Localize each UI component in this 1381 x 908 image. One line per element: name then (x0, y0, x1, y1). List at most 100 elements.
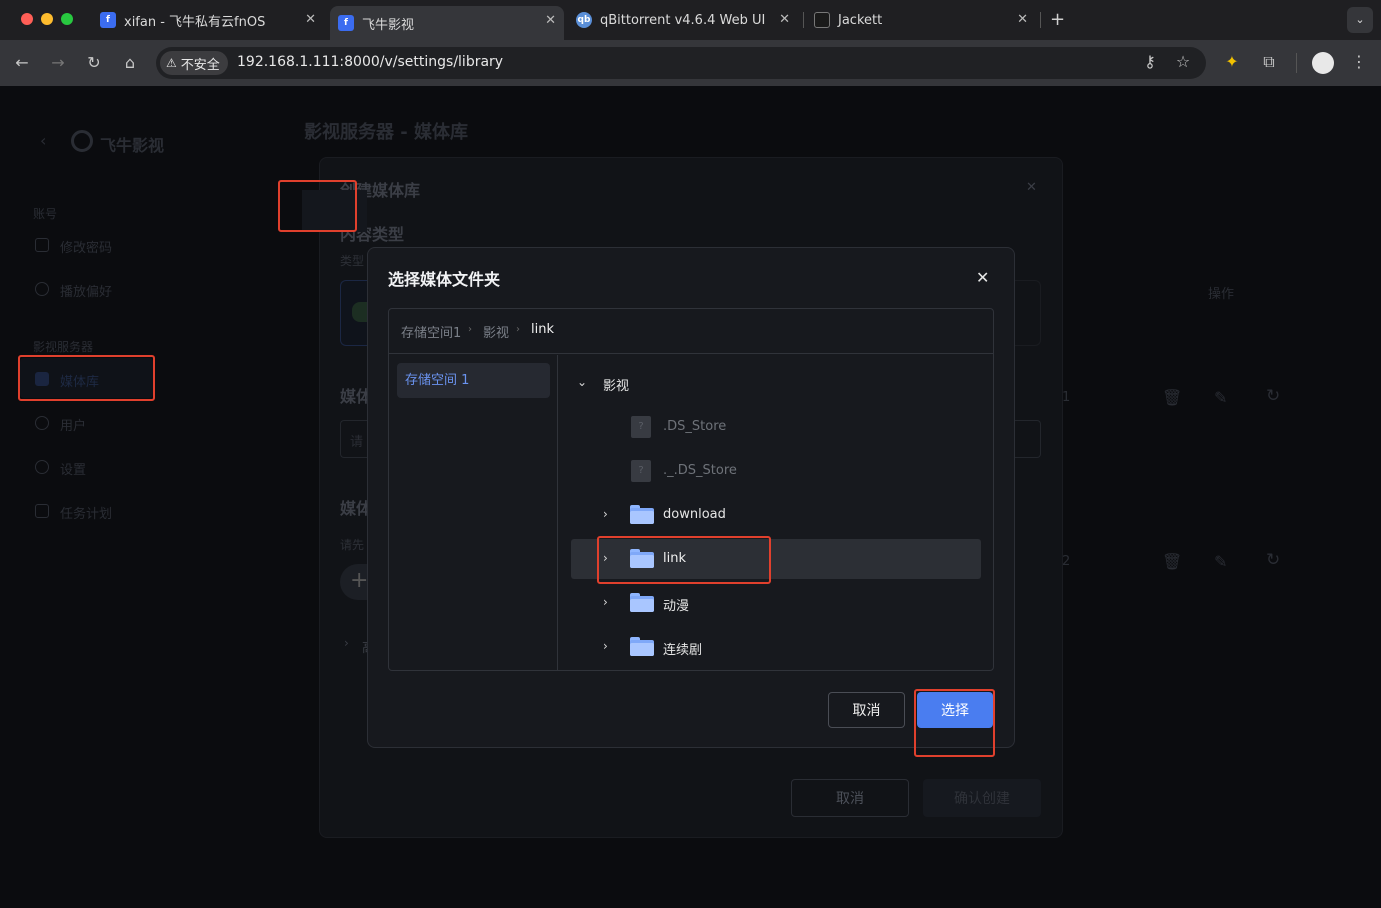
url-text[interactable]: 192.168.1.111:8000/v/settings/library (237, 54, 503, 70)
sidebar-heading-server: 影视服务器 (33, 340, 94, 354)
qbittorrent-icon: qb (576, 12, 592, 28)
bg-row-number: 2 (1062, 554, 1071, 569)
fnos-icon: f (100, 12, 116, 28)
type-card-icon (352, 302, 368, 322)
volume-list (389, 355, 558, 670)
close-window-button[interactable] (21, 13, 33, 25)
play-circle-icon (35, 282, 49, 296)
sidebar-item-playback[interactable]: 播放偏好 (60, 281, 112, 300)
tab-separator (803, 12, 804, 28)
security-chip[interactable]: ⚠ 不安全 (160, 51, 228, 75)
media-input-right (1015, 420, 1041, 458)
browser-tab-strip: f xifan - 飞牛私有云fnOS ✕ f 飞牛影视 ✕ qb qBitto… (0, 0, 1381, 40)
chevron-right-icon[interactable]: › (603, 507, 608, 521)
create-dialog-close-icon[interactable]: ✕ (1026, 180, 1037, 195)
annotation-box (597, 536, 771, 584)
close-icon[interactable]: ✕ (976, 268, 989, 287)
app-logo-text: 飞牛影视 (100, 136, 165, 155)
fnos-icon: f (338, 15, 354, 31)
minimize-window-button[interactable] (41, 13, 53, 25)
page-title: 影视服务器 - 媒体库 (304, 122, 469, 143)
chevron-right-icon[interactable]: › (603, 595, 608, 609)
bg-row-number: 1 (1062, 390, 1071, 405)
tree-folder[interactable]: 连续剧 (663, 639, 702, 658)
edit-icon[interactable]: ✎ (1214, 388, 1227, 407)
tree-folder[interactable]: 动漫 (663, 595, 689, 614)
home-icon[interactable]: ⌂ (120, 53, 140, 73)
tab-search-button[interactable]: ⌄ (1347, 7, 1373, 33)
trash-icon[interactable]: 🗑 (1162, 388, 1182, 407)
forward-icon[interactable]: → (48, 53, 68, 73)
tab-title: qBittorrent v4.6.4 Web UI (600, 12, 766, 28)
type-hint: 类型 (340, 254, 365, 268)
media-name-placeholder: 请 (350, 435, 364, 450)
volume-item[interactable]: 存储空间 1 (397, 363, 550, 398)
user-icon (35, 416, 49, 430)
tree-folder[interactable]: download (663, 507, 726, 522)
bookmark-star-icon[interactable]: ☆ (1173, 52, 1193, 72)
password-key-icon[interactable]: ⚷ (1140, 52, 1160, 72)
breadcrumb-current: link (531, 322, 554, 337)
refresh-icon[interactable]: ↻ (1266, 550, 1280, 570)
breadcrumb-folder[interactable]: 影视 (483, 322, 509, 341)
profile-avatar[interactable] (1312, 52, 1334, 74)
sidebar-item-users[interactable]: 用户 (60, 415, 86, 434)
refresh-icon[interactable]: ↻ (1266, 386, 1280, 406)
chevron-down-icon[interactable]: ⌄ (577, 375, 587, 389)
sidebar-item-change-password[interactable]: 修改密码 (60, 237, 112, 256)
breadcrumb-separator-icon: › (468, 324, 472, 335)
tree-file: .DS_Store (663, 419, 727, 434)
file-unknown-icon: ? (631, 460, 651, 482)
browser-tab-jackett[interactable]: Jackett ✕ (808, 6, 1036, 34)
tab-title: xifan - 飞牛私有云fnOS (124, 14, 266, 30)
security-label: 不安全 (180, 57, 220, 73)
breadcrumb-volume[interactable]: 存储空间1 (401, 322, 461, 341)
trash-icon[interactable]: 🗑 (1162, 552, 1182, 571)
folder-hint: 请先 (340, 538, 365, 552)
picker-cancel-button[interactable]: 取消 (828, 692, 905, 728)
zoom-window-button[interactable] (61, 13, 73, 25)
tree-root-label[interactable]: 影视 (603, 375, 629, 394)
sidebar-item-settings[interactable]: 设置 (60, 459, 86, 478)
logo-icon (71, 130, 93, 152)
type-card-right (1015, 280, 1041, 346)
annotation-box (278, 180, 357, 232)
jackett-icon (814, 12, 830, 28)
extension-icon[interactable]: ✦ (1222, 52, 1242, 72)
reload-icon[interactable]: ↻ (84, 53, 104, 73)
advanced-chevron-icon[interactable]: › (344, 636, 349, 650)
breadcrumb-separator-icon: › (516, 324, 520, 335)
edit-icon[interactable]: ✎ (1214, 552, 1227, 571)
close-tab-icon[interactable]: ✕ (545, 13, 556, 28)
sidebar-heading-account: 账号 (33, 207, 58, 221)
create-confirm-button[interactable]: 确认创建 (923, 779, 1041, 817)
close-tab-icon[interactable]: ✕ (1017, 12, 1028, 27)
browser-tab-feiniu-video[interactable]: f 飞牛影视 ✕ (330, 6, 564, 40)
chevron-right-icon[interactable]: › (603, 639, 608, 653)
back-chevron-icon[interactable]: ‹ (40, 131, 46, 150)
folder-icon (630, 593, 654, 612)
close-tab-icon[interactable]: ✕ (305, 12, 316, 27)
breadcrumb (389, 309, 993, 354)
file-unknown-icon: ? (631, 416, 651, 438)
sidebar-item-tasks[interactable]: 任务计划 (60, 503, 112, 522)
create-cancel-button[interactable]: 取消 (791, 779, 909, 817)
folder-icon (630, 637, 654, 656)
back-icon[interactable]: ← (12, 53, 32, 73)
annotation-box (914, 689, 995, 757)
extensions-puzzle-icon[interactable]: ⧉ (1259, 52, 1279, 72)
folder-icon (630, 505, 654, 524)
tab-title: Jackett (838, 12, 883, 28)
browser-tab-fnos[interactable]: f xifan - 飞牛私有云fnOS ✕ (92, 6, 324, 34)
tab-title: 飞牛影视 (362, 17, 415, 33)
browser-tab-qbittorrent[interactable]: qb qBittorrent v4.6.4 Web UI ✕ (568, 6, 798, 34)
tree-file: ._.DS_Store (663, 463, 737, 478)
new-tab-icon[interactable]: + (1050, 9, 1065, 30)
add-folder-button[interactable]: + (340, 564, 368, 600)
close-tab-icon[interactable]: ✕ (779, 12, 790, 27)
menu-kebab-icon[interactable]: ⋮ (1349, 52, 1369, 72)
folder-picker-title: 选择媒体文件夹 (388, 270, 501, 289)
tab-separator (1040, 12, 1041, 28)
bg-column-header: 操作 (1208, 287, 1235, 302)
lock-icon (35, 238, 49, 252)
